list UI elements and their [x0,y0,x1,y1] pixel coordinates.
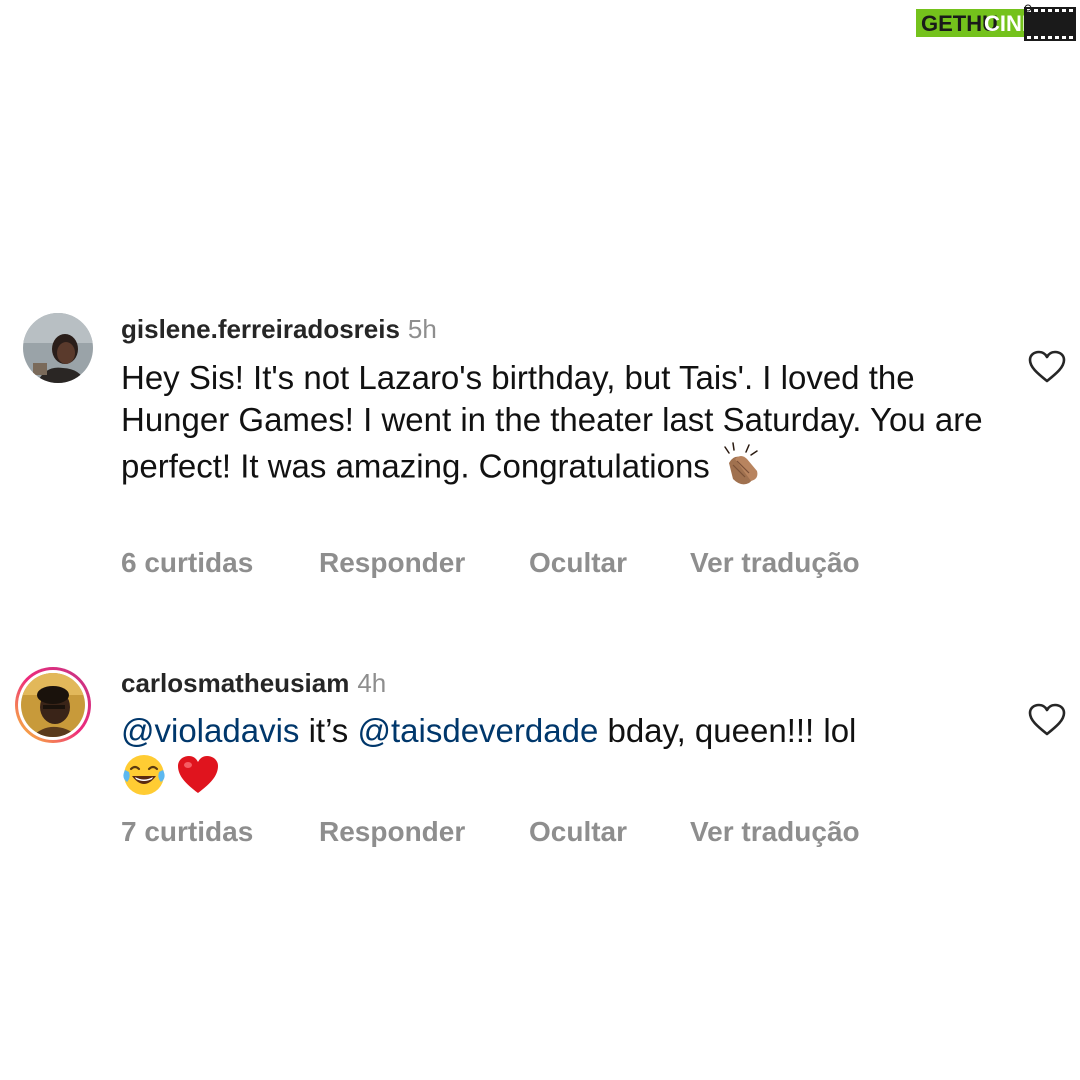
clapping-hands-icon [719,441,765,497]
translate-button[interactable]: Ver tradução [690,815,860,849]
comment-text: @violadavis it’s @taisdeverdade bday, qu… [121,710,991,808]
reply-button[interactable]: Responder [319,815,465,849]
comment-body: bday, queen!!! lol [598,712,857,749]
comments-screen: GETHU CINEMA gislene.ferreiradosreis5h [0,0,1080,1080]
username[interactable]: carlosmatheusiam [121,668,349,698]
red-heart-icon [176,754,220,806]
username[interactable]: gislene.ferreiradosreis [121,314,400,344]
mention-link[interactable]: @violadavis [121,712,299,749]
comment-body: it’s [299,712,358,749]
likes-count[interactable]: 6 curtidas [121,546,253,580]
comment-header: gislene.ferreiradosreis 5h [121,314,437,344]
watermark-logo: GETHU CINEMA [916,4,1078,42]
avatar[interactable] [23,313,93,383]
avatar[interactable] [13,665,93,745]
timestamp: 4h [357,668,387,698]
timestamp: 5h [407,314,437,344]
reply-button[interactable]: Responder [319,546,465,580]
comment-header: carlosmatheusiam 4h [121,668,386,698]
like-heart-icon[interactable] [1028,703,1066,737]
comment-text: Hey Sis! It's not Lazaro's birthday, but… [121,357,991,497]
translate-button[interactable]: Ver tradução [690,546,860,580]
comment-body: Hey Sis! It's not Lazaro's birthday, but… [121,359,983,485]
laughing-face-icon [121,752,167,808]
mention-link[interactable]: @taisdeverdade [357,712,598,749]
like-heart-icon[interactable] [1028,350,1066,384]
likes-count[interactable]: 7 curtidas [121,815,253,849]
hide-button[interactable]: Ocultar [529,815,627,849]
hide-button[interactable]: Ocultar [529,546,627,580]
